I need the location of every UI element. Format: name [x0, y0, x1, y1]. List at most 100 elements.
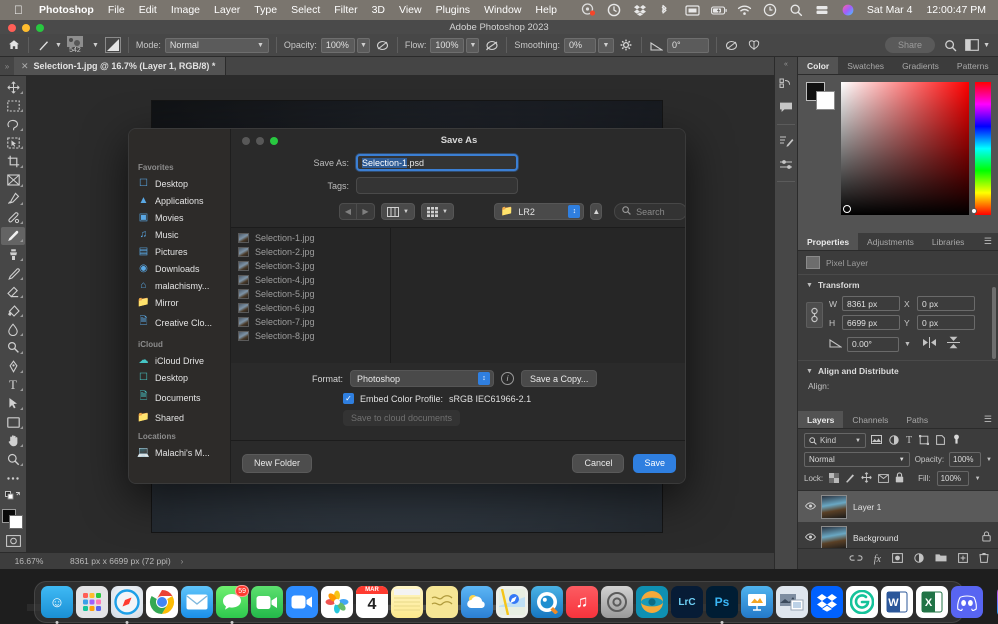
sidebar-item-movies[interactable]: ▣Movies — [129, 209, 230, 226]
workspace-chevron-down-icon[interactable]: ▼ — [983, 42, 990, 49]
smoothing-chevron-button[interactable]: ▼ — [598, 38, 614, 53]
home-icon[interactable] — [6, 37, 21, 53]
save-button[interactable]: Save — [633, 454, 676, 473]
dock-item-lightroom-alt[interactable] — [636, 586, 668, 618]
new-folder-button[interactable]: New Folder — [242, 454, 312, 473]
width-input[interactable]: 8361 px — [842, 296, 900, 311]
flow-input[interactable]: 100% — [430, 38, 464, 53]
mail-icon[interactable] — [181, 586, 213, 618]
type-tool[interactable]: T — [1, 376, 25, 395]
lock-artboard-icon[interactable] — [878, 473, 889, 485]
align-section-title[interactable]: ▼ Align and Distribute — [806, 366, 990, 376]
comments-icon[interactable] — [776, 97, 797, 117]
cancel-button[interactable]: Cancel — [572, 454, 624, 473]
link-layers-icon[interactable] — [849, 554, 863, 565]
lasso-tool[interactable] — [1, 115, 25, 134]
file-item[interactable]: Selection-7.jpg — [231, 315, 390, 329]
filter-smart-icon[interactable] — [936, 435, 945, 447]
rectangle-tool[interactable] — [1, 413, 25, 432]
menu-item-type[interactable]: Type — [247, 4, 284, 16]
format-select[interactable]: Photoshop ↕ — [350, 370, 494, 387]
weather-icon[interactable] — [461, 586, 493, 618]
pressure-opacity-icon[interactable] — [375, 37, 390, 53]
chevron-down-icon[interactable]: ▼ — [986, 457, 992, 463]
filter-adjustment-icon[interactable] — [889, 435, 899, 447]
background-color-swatch[interactable] — [816, 91, 835, 110]
color-field[interactable] — [841, 82, 969, 215]
maps-icon[interactable] — [496, 586, 528, 618]
layer-filter-kind-select[interactable]: Kind ▼ — [804, 433, 866, 448]
hue-slider[interactable] — [975, 82, 991, 215]
sidebar-item-mirror[interactable]: 📁Mirror — [129, 294, 230, 311]
file-item[interactable]: Selection-6.jpg — [231, 301, 390, 315]
dock-item-discord[interactable] — [951, 586, 983, 618]
window-close-button[interactable] — [8, 24, 16, 32]
tags-input[interactable] — [356, 177, 518, 194]
dock-item-photos[interactable] — [321, 586, 353, 618]
time-machine-icon[interactable] — [607, 3, 622, 17]
menu-item-view[interactable]: View — [392, 4, 429, 16]
color-panel[interactable] — [798, 75, 998, 233]
default-colors-icon[interactable] — [1, 487, 25, 506]
dodge-tool[interactable] — [1, 339, 25, 358]
flip-horizontal-icon[interactable] — [922, 337, 937, 351]
dock-item-finder[interactable]: ☺ — [41, 586, 73, 618]
share-button[interactable]: Share — [885, 37, 935, 53]
clone-stamp-tool[interactable] — [1, 245, 25, 264]
x-input[interactable]: 0 px — [917, 296, 975, 311]
siri-icon[interactable] — [841, 3, 856, 17]
rectangular-marquee-tool[interactable] — [1, 97, 25, 116]
control-center-icon[interactable] — [763, 3, 778, 17]
sidebar-item-desktop[interactable]: ☐Desktop — [129, 175, 230, 192]
keynote-icon[interactable] — [741, 586, 773, 618]
tab-libraries[interactable]: Libraries — [923, 233, 974, 250]
layer-visibility-eye-icon[interactable] — [805, 533, 815, 543]
dock-item-stickies[interactable] — [426, 586, 458, 618]
dock-item-excel[interactable]: X — [916, 586, 948, 618]
adjustment-layer-icon[interactable] — [914, 553, 924, 566]
save-a-copy-button[interactable]: Save a Copy... — [521, 370, 597, 387]
brush-settings-icon[interactable] — [105, 37, 121, 53]
brush-preset-chevron-down-icon[interactable]: ▼ — [55, 42, 62, 49]
menubar-date[interactable]: Sat Mar 4 — [867, 4, 913, 16]
dropbox-icon[interactable] — [811, 586, 843, 618]
layer-visibility-eye-icon[interactable] — [805, 502, 815, 512]
brush-size-chevron-down-icon[interactable]: ▼ — [92, 42, 99, 49]
sidebar-item-applications[interactable]: ▲Applications — [129, 192, 230, 209]
zoom-level[interactable]: 16.67% — [0, 556, 58, 566]
chevron-right-icon[interactable]: ▶ — [357, 203, 375, 220]
actions-icon[interactable] — [776, 131, 797, 151]
dialog-close-button[interactable] — [242, 137, 250, 145]
gear-icon[interactable] — [619, 37, 634, 53]
sidebar-item-home[interactable]: ⌂malachismy... — [129, 277, 230, 294]
notes-icon[interactable] — [391, 586, 423, 618]
cd-record-icon[interactable] — [581, 3, 596, 17]
sidebar-item-downloads[interactable]: ◉Downloads — [129, 260, 230, 277]
discord-icon[interactable] — [951, 586, 983, 618]
lock-all-icon[interactable] — [895, 472, 904, 485]
edit-toolbar-button[interactable] — [1, 469, 25, 488]
new-layer-icon[interactable] — [958, 553, 968, 566]
bluetooth-icon[interactable] — [659, 3, 674, 17]
background-color-swatch[interactable] — [9, 515, 23, 529]
eyedropper-tool[interactable] — [1, 190, 25, 209]
tab-gradients[interactable]: Gradients — [893, 57, 948, 74]
sidebar-item-computer[interactable]: 💻Malachi's M... — [129, 444, 230, 461]
symmetry-butterfly-icon[interactable] — [747, 37, 762, 53]
sidebar-item-pictures[interactable]: ▤Pictures — [129, 243, 230, 260]
filter-pixel-icon[interactable] — [871, 435, 882, 446]
stickies-icon[interactable] — [426, 586, 458, 618]
adjustments-icon[interactable] — [776, 154, 797, 174]
height-input[interactable]: 6699 px — [842, 315, 900, 330]
photoshop-icon[interactable]: Ps — [706, 586, 738, 618]
dialog-minimize-button[interactable] — [256, 137, 264, 145]
sidebar-item-music[interactable]: ♫Music — [129, 226, 230, 243]
save-as-dialog[interactable]: Favorites ☐Desktop ▲Applications ▣Movies… — [128, 128, 686, 484]
dock-item-zoom[interactable] — [286, 586, 318, 618]
chevron-down-icon[interactable]: ▼ — [904, 341, 911, 348]
layer-thumbnail[interactable] — [821, 495, 847, 519]
layer-thumbnail[interactable] — [821, 526, 847, 550]
sidebar-item-documents[interactable]: 🗎Documents — [129, 386, 230, 409]
tab-channels[interactable]: Channels — [843, 411, 897, 428]
gradient-tool[interactable] — [1, 301, 25, 320]
